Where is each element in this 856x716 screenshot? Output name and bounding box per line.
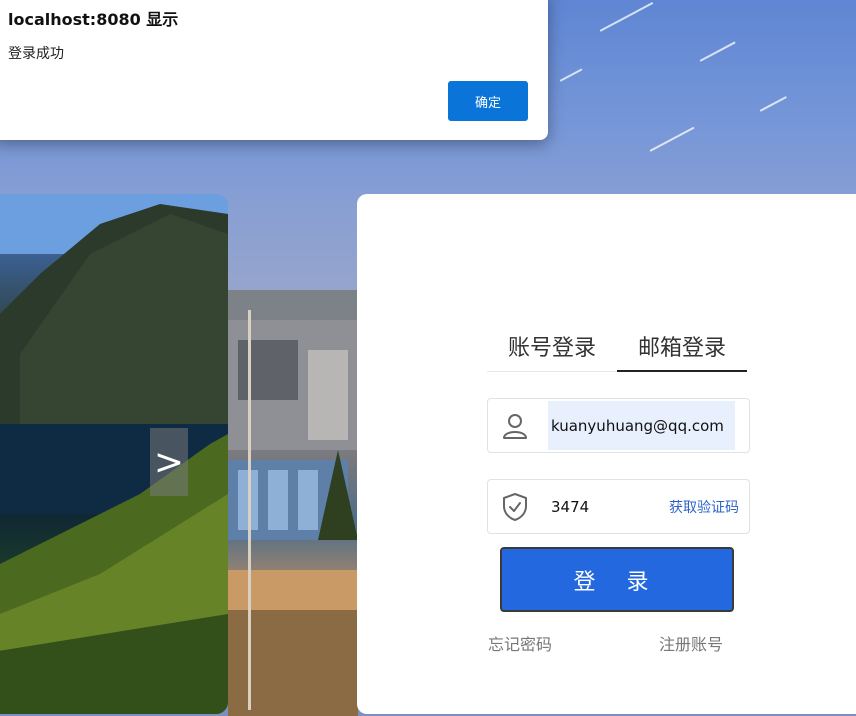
login-button[interactable]: 登 录 bbox=[500, 547, 734, 612]
code-field: 获取验证码 bbox=[487, 479, 750, 534]
carousel bbox=[0, 194, 228, 714]
dialog-ok-button[interactable]: 确定 bbox=[448, 81, 528, 121]
login-tabs: 账号登录 邮箱登录 bbox=[487, 332, 747, 372]
alert-dialog: localhost:8080 显示 登录成功 确定 bbox=[0, 0, 548, 140]
star-streak bbox=[599, 1, 654, 32]
dialog-title: localhost:8080 显示 bbox=[8, 10, 179, 29]
email-input[interactable] bbox=[548, 401, 735, 450]
chevron-right-icon: > bbox=[153, 441, 185, 483]
building-image bbox=[228, 290, 358, 716]
dialog-message: 登录成功 bbox=[8, 46, 64, 62]
email-field bbox=[487, 398, 750, 453]
star-streak bbox=[649, 126, 695, 152]
shield-check-icon bbox=[503, 493, 527, 521]
star-streak bbox=[759, 96, 787, 112]
tab-email-login[interactable]: 邮箱登录 bbox=[617, 332, 747, 372]
user-icon bbox=[503, 414, 527, 439]
get-code-link[interactable]: 获取验证码 bbox=[669, 497, 739, 517]
star-streak bbox=[699, 41, 736, 62]
register-link[interactable]: 注册账号 bbox=[659, 631, 723, 655]
carousel-next-button[interactable]: > bbox=[150, 428, 188, 496]
verification-code-input[interactable] bbox=[548, 482, 648, 531]
login-card: 账号登录 邮箱登录 获取验证码 登 录 忘记密码 注册账号 bbox=[357, 194, 856, 714]
building-illustration bbox=[228, 290, 358, 716]
star-streak bbox=[559, 68, 583, 82]
landscape-image bbox=[0, 194, 228, 714]
forgot-password-link[interactable]: 忘记密码 bbox=[488, 631, 552, 655]
tab-account-login[interactable]: 账号登录 bbox=[487, 332, 617, 372]
